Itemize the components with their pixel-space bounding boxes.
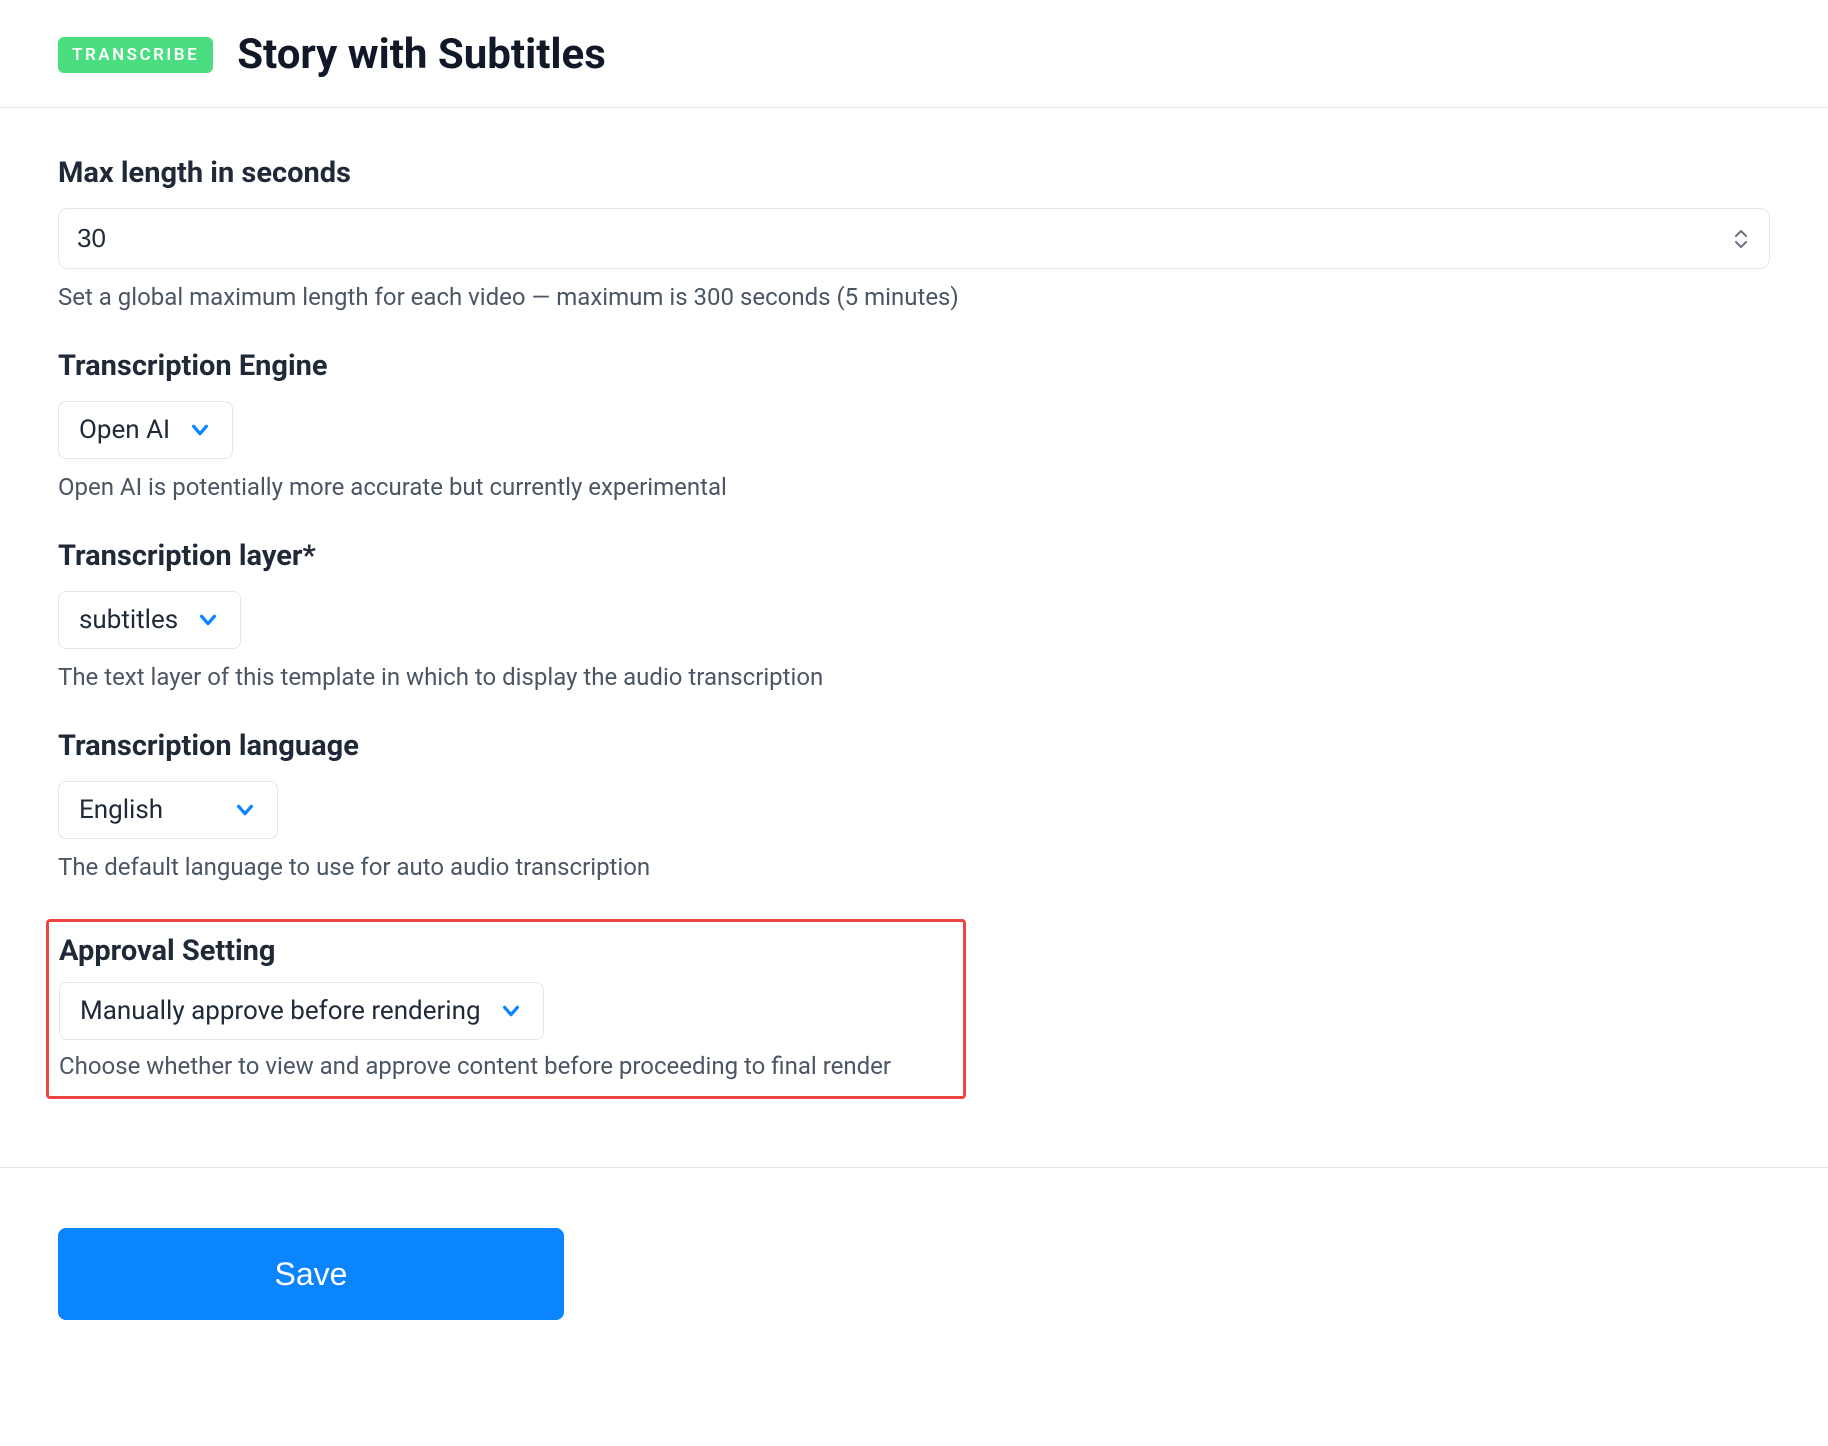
- field-engine: Transcription Engine Open AI Open AI is …: [58, 349, 1770, 501]
- chevron-down-icon: [196, 608, 220, 632]
- stepper-up-icon[interactable]: [1734, 229, 1748, 239]
- engine-select[interactable]: Open AI: [58, 401, 233, 459]
- engine-helper: Open AI is potentially more accurate but…: [58, 473, 1770, 501]
- approval-value: Manually approve before rendering: [80, 996, 481, 1026]
- footer: Save: [0, 1167, 1828, 1380]
- approval-helper: Choose whether to view and approve conte…: [59, 1052, 953, 1080]
- page-title: Story with Subtitles: [237, 30, 606, 79]
- field-layer: Transcription layer* subtitles The text …: [58, 539, 1770, 691]
- field-language: Transcription language English The defau…: [58, 729, 1770, 881]
- approval-highlight-box: Approval Setting Manually approve before…: [46, 919, 966, 1099]
- layer-select[interactable]: subtitles: [58, 591, 241, 649]
- engine-label: Transcription Engine: [58, 349, 1770, 383]
- form-body: Max length in seconds Set a global maxim…: [0, 108, 1828, 1167]
- layer-helper: The text layer of this template in which…: [58, 663, 1770, 691]
- approval-label: Approval Setting: [59, 934, 953, 968]
- max-length-stepper[interactable]: [1731, 225, 1751, 253]
- engine-value: Open AI: [79, 415, 170, 445]
- max-length-label: Max length in seconds: [58, 156, 1770, 190]
- field-max-length: Max length in seconds Set a global maxim…: [58, 156, 1770, 311]
- chevron-down-icon: [188, 418, 212, 442]
- language-value: English: [79, 795, 163, 825]
- layer-value: subtitles: [79, 605, 178, 635]
- approval-select[interactable]: Manually approve before rendering: [59, 982, 544, 1040]
- save-button[interactable]: Save: [58, 1228, 564, 1320]
- layer-label: Transcription layer*: [58, 539, 1770, 573]
- page-header: TRANSCRIBE Story with Subtitles: [0, 0, 1828, 108]
- transcribe-badge: TRANSCRIBE: [58, 37, 213, 73]
- language-select[interactable]: English: [58, 781, 278, 839]
- max-length-input[interactable]: [77, 223, 1731, 254]
- max-length-input-wrap[interactable]: [58, 208, 1770, 269]
- chevron-down-icon: [499, 999, 523, 1023]
- stepper-down-icon[interactable]: [1734, 239, 1748, 249]
- language-label: Transcription language: [58, 729, 1770, 763]
- chevron-down-icon: [233, 798, 257, 822]
- language-helper: The default language to use for auto aud…: [58, 853, 1770, 881]
- max-length-helper: Set a global maximum length for each vid…: [58, 283, 1770, 311]
